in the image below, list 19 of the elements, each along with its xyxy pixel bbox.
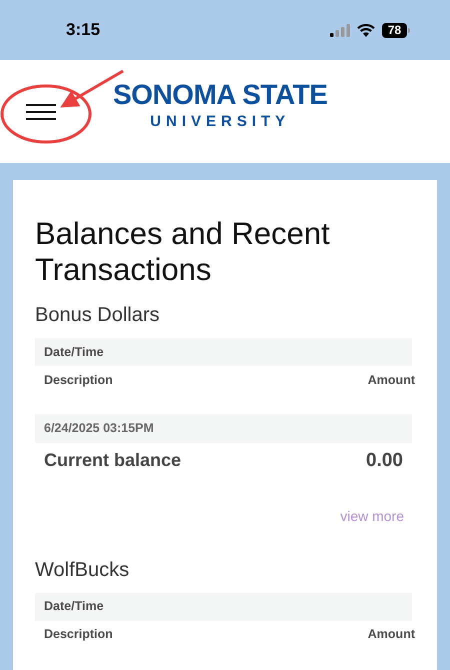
status-time: 3:15 — [66, 19, 100, 42]
transaction-description: Current balance — [44, 449, 182, 472]
column-header: Amount — [368, 626, 415, 644]
transaction-date: 6/24/2025 03:15PM — [44, 420, 154, 438]
section-heading: WolfBucks — [35, 558, 130, 582]
column-header: Description — [44, 372, 113, 389]
menu-icon[interactable] — [26, 104, 56, 120]
wifi-icon — [357, 24, 375, 36]
page-title: Balances and Recent Transactions — [35, 216, 331, 288]
university-logo: SONOMA STATE UNIVERSITY — [113, 78, 328, 132]
column-header: Amount — [368, 372, 415, 389]
view-more-link[interactable]: view more — [340, 506, 404, 526]
battery-level: 78 — [382, 22, 407, 38]
column-header: Date/Time — [44, 598, 104, 616]
section-heading: Bonus Dollars — [35, 303, 161, 328]
column-header: Description — [44, 626, 113, 644]
column-header: Date/Time — [44, 344, 104, 361]
signal-icon — [330, 24, 350, 36]
transaction-amount: 0.00 — [366, 449, 403, 473]
